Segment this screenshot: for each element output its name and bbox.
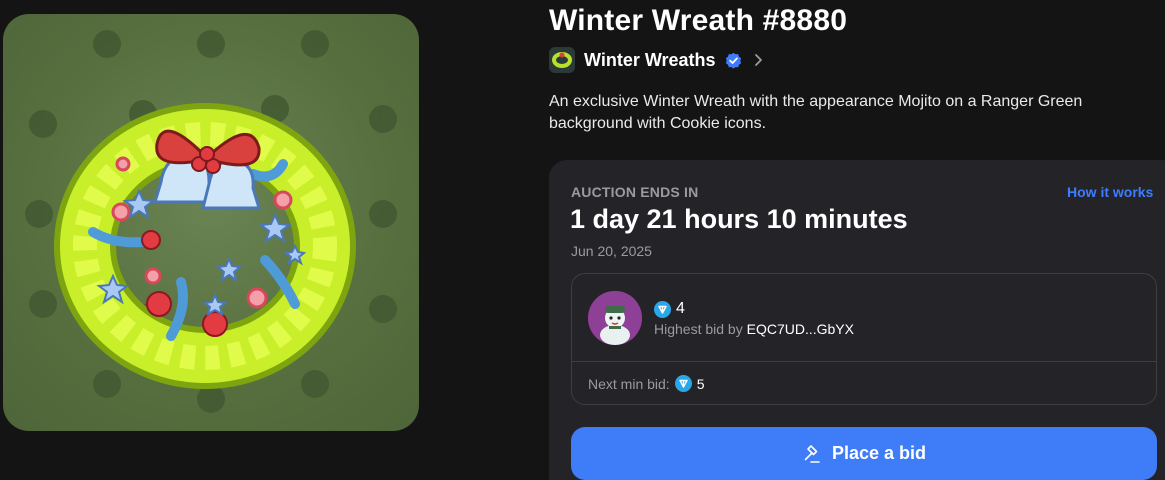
- next-min-bid-value: 5: [696, 375, 705, 392]
- nft-description: An exclusive Winter Wreath with the appe…: [549, 93, 1083, 132]
- auction-countdown: 1 day 21 hours 10 minutes: [570, 204, 908, 234]
- auction-end-date: Jun 20, 2025: [571, 243, 652, 259]
- ton-icon: [674, 375, 692, 392]
- next-min-bid-label: Next min bid:: [588, 375, 670, 392]
- chevron-right-icon: [753, 53, 765, 67]
- page-title: Winter Wreath #8880: [549, 4, 848, 37]
- highest-bid-amount: 4: [654, 300, 685, 318]
- auction-ends-label: AUCTION ENDS IN: [571, 184, 699, 200]
- auction-panel: AUCTION ENDS IN How it works 1 day 21 ho…: [549, 160, 1165, 480]
- divider: [572, 361, 1156, 362]
- place-bid-button[interactable]: Place a bid: [571, 427, 1157, 480]
- nft-details: Winter Wreath #8880 Winter Wreaths An ex…: [549, 0, 1165, 480]
- nft-auction-page: Winter Wreath #8880 Winter Wreaths An ex…: [0, 0, 1165, 480]
- highest-bid-by: Highest bid by EQC7UD...GbYX: [654, 321, 854, 337]
- how-it-works-link[interactable]: How it works: [1067, 184, 1153, 200]
- collection-link[interactable]: Winter Wreaths: [549, 46, 765, 74]
- highest-bid-value: 4: [676, 300, 685, 317]
- highest-bid-prefix: Highest bid by: [654, 321, 743, 337]
- nft-image: [3, 14, 419, 431]
- next-min-bid: Next min bid: 5: [588, 375, 705, 392]
- collection-avatar: [549, 47, 575, 73]
- ton-icon: [654, 300, 671, 318]
- gavel-icon: [802, 444, 822, 464]
- collection-name: Winter Wreaths: [584, 49, 716, 70]
- bidder-address-link[interactable]: EQC7UD...GbYX: [747, 321, 854, 337]
- verified-badge-icon: [725, 52, 742, 69]
- place-bid-label: Place a bid: [831, 443, 927, 463]
- bidder-avatar[interactable]: [588, 291, 642, 345]
- highest-bid-box: 4 Highest bid by EQC7UD...GbYX Next min …: [571, 273, 1157, 405]
